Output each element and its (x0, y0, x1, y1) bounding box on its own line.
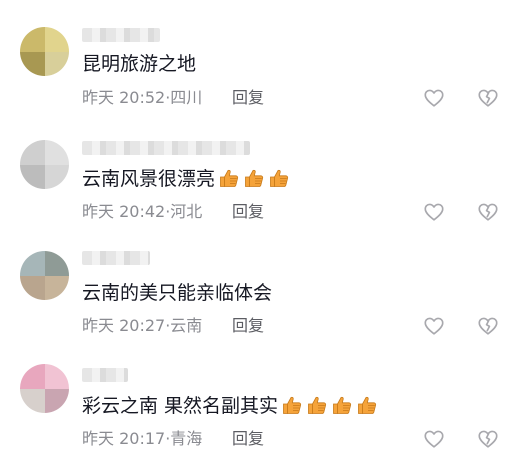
avatar-pixel (20, 165, 45, 189)
reply-button[interactable]: 回复 (232, 429, 264, 449)
comment-location: 河北 (170, 202, 203, 221)
comment-location: 云南 (170, 316, 203, 335)
comment-meta: 昨天 20:27·云南 (82, 316, 202, 336)
comment-text: 云南风景很漂亮 (82, 167, 290, 191)
avatar-pixel (45, 27, 69, 52)
heart-outline-icon[interactable] (423, 87, 445, 109)
avatar[interactable] (20, 251, 69, 300)
comment-text-content: 云南的美只能亲临体会 (82, 282, 273, 304)
reply-button[interactable]: 回复 (232, 88, 264, 108)
comment-text: 彩云之南 果然名副其实 (82, 394, 378, 418)
broken-heart-outline-icon[interactable] (477, 87, 499, 109)
broken-heart-outline-icon[interactable] (477, 201, 499, 223)
comment-time: 昨天 20:17 (82, 429, 166, 448)
thumbs-up-emoji-icon (270, 169, 289, 187)
thumbs-up-emoji-icon (358, 396, 377, 414)
avatar[interactable] (20, 140, 69, 189)
comment-text: 昆明旅游之地 (82, 52, 196, 76)
username-blurred[interactable] (82, 28, 160, 42)
avatar-pixel (45, 276, 69, 300)
avatar-pixel (20, 251, 45, 276)
comment-meta: 昨天 20:52·四川 (82, 88, 202, 108)
heart-outline-icon[interactable] (423, 428, 445, 450)
heart-outline-icon[interactable] (423, 315, 445, 337)
comment-text-content: 云南风景很漂亮 (82, 168, 216, 190)
avatar-pixel (45, 251, 69, 276)
avatar-pixel (20, 276, 45, 300)
comment-time: 昨天 20:52 (82, 88, 166, 107)
broken-heart-outline-icon[interactable] (477, 315, 499, 337)
thumbs-up-emoji-icon (333, 396, 352, 414)
avatar-pixel (20, 52, 45, 76)
thumbs-up-emoji-icon (245, 169, 264, 187)
avatar-pixel (45, 165, 69, 189)
username-blurred[interactable] (82, 368, 128, 382)
avatar-pixel (20, 27, 45, 52)
username-blurred[interactable] (82, 251, 150, 265)
reply-button[interactable]: 回复 (232, 202, 264, 222)
thumbs-up-emoji-icon (220, 169, 239, 187)
avatar-pixel (45, 140, 69, 165)
username-blurred[interactable] (82, 141, 250, 155)
comment-text-content: 彩云之南 果然名副其实 (82, 395, 279, 417)
comment-time: 昨天 20:42 (82, 202, 166, 221)
comment-meta: 昨天 20:17·青海 (82, 429, 202, 449)
avatar-pixel (45, 364, 69, 389)
reply-button[interactable]: 回复 (232, 316, 264, 336)
comment-text: 云南的美只能亲临体会 (82, 281, 272, 305)
avatar[interactable] (20, 364, 69, 413)
comment-location: 四川 (170, 88, 203, 107)
comment-location: 青海 (170, 429, 203, 448)
avatar-pixel (20, 389, 45, 413)
broken-heart-outline-icon[interactable] (477, 428, 499, 450)
comment-text-content: 昆明旅游之地 (82, 53, 197, 75)
thumbs-up-emoji-icon (308, 396, 327, 414)
emoji-group (278, 395, 378, 417)
comment-meta: 昨天 20:42·河北 (82, 202, 202, 222)
thumbs-up-emoji-icon (283, 396, 302, 414)
avatar-pixel (20, 364, 45, 389)
avatar-pixel (45, 52, 69, 76)
avatar-pixel (45, 389, 69, 413)
avatar[interactable] (20, 27, 69, 76)
emoji-group (215, 168, 290, 190)
heart-outline-icon[interactable] (423, 201, 445, 223)
avatar-pixel (20, 140, 45, 165)
comment-time: 昨天 20:27 (82, 316, 166, 335)
